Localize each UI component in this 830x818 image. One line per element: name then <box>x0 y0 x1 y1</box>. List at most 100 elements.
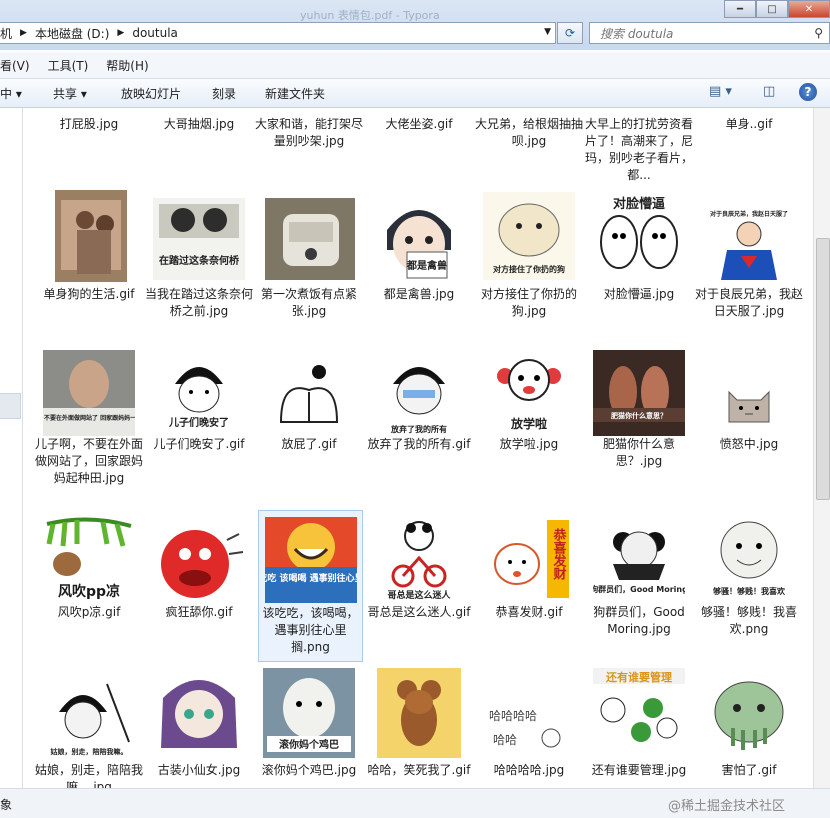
thumbnail-caption: 在踏过这条奈何桥 <box>159 254 240 267</box>
file-item[interactable]: 恭喜发财 恭喜发财.gif <box>475 512 583 662</box>
preview-pane-icon[interactable]: ◫ <box>763 84 775 99</box>
file-name: 放弃了我的所有.gif <box>367 437 471 451</box>
file-name: 儿子们晚安了.gif <box>153 437 245 451</box>
file-item[interactable]: 单身狗的生活.gif <box>35 188 143 338</box>
file-item[interactable]: 儿子们晚安了 儿子们晚安了.gif <box>145 344 253 510</box>
thumbnail-caption: 都是禽兽 <box>406 259 447 272</box>
file-item[interactable]: 够骚！够贱！我喜欢 够骚！够贱！我喜欢.png <box>695 512 803 662</box>
thumbnail-caption: 放学啦 <box>510 416 547 431</box>
menu-bar: 看(V) 工具(T) 帮助(H) <box>0 52 830 79</box>
organize-button[interactable]: 中 ▾ <box>0 85 22 102</box>
minimize-button[interactable]: ━ <box>724 0 756 18</box>
file-name: 哈哈哈哈.jpg <box>493 763 565 777</box>
file-name: 大家和谐，能打架尽量别吵架.jpg <box>255 117 364 148</box>
breadcrumb-drive-d[interactable]: 本地磁盘 (D:) <box>35 25 109 42</box>
thumbnail-image: 儿子们晚安了 <box>153 344 245 436</box>
file-item[interactable]: 放弃了我的所有 放弃了我的所有.gif <box>365 344 473 510</box>
thumbnail-image: 还有谁要管理 <box>593 668 685 758</box>
file-item[interactable]: 哈哈哈哈 哈哈 哈哈哈哈.jpg <box>475 668 583 788</box>
breadcrumb-separator-icon[interactable]: ▶ <box>117 28 124 38</box>
breadcrumb-computer[interactable]: 机 <box>0 25 12 42</box>
refresh-button[interactable]: ⟳ <box>557 22 583 44</box>
thumbnail-caption: 对于良辰兄弟，我赵日天服了 <box>710 210 788 218</box>
thumbnail-caption: 放弃了我的所有 <box>390 424 447 434</box>
file-item[interactable]: 狗群员们，Good Moring 狗群员们，Good Moring.jpg <box>585 512 693 662</box>
file-item[interactable]: 哥总是这么迷人 哥总是这么迷人.gif <box>365 512 473 662</box>
maximize-button[interactable]: □ <box>756 0 788 18</box>
file-item[interactable]: 放学啦 放学啦.jpg <box>475 346 583 510</box>
file-item[interactable]: 肥猫你什么意思？ 肥猫你什么意思？.jpg <box>585 348 693 510</box>
file-name: 打屁股.jpg <box>59 117 119 131</box>
file-item[interactable]: 大早上的打扰劳资看片了！高潮来了，尼玛，别吵老子看片，都... <box>585 108 693 184</box>
file-item[interactable]: 滚你妈个鸡巴 滚你妈个鸡巴.jpg <box>255 668 363 788</box>
view-options-icon[interactable]: ▤ ▾ <box>709 84 732 99</box>
search-box[interactable]: ⚲ <box>589 22 830 44</box>
file-item[interactable]: 哈哈，笑死我了.gif <box>365 668 473 788</box>
vertical-scrollbar[interactable] <box>813 108 830 788</box>
scrollbar-thumb[interactable] <box>816 238 830 500</box>
file-item[interactable]: 儿子啊 不要在外面做网站了 回家跟妈妈一起种田 儿子啊，不要在外面做网站了，回家… <box>35 348 143 510</box>
thumbnail-caption: 对脸懵逼 <box>613 196 665 212</box>
file-name: 还有谁要管理.jpg <box>591 763 687 777</box>
file-item[interactable]: 对于良辰兄弟，我赵日天服了 对于良辰兄弟，我赵日天服了.jpg <box>695 188 803 338</box>
close-button[interactable]: ✕ <box>788 0 830 18</box>
breadcrumb-folder[interactable]: doutula <box>132 26 178 40</box>
file-item[interactable]: 姑娘，别走，陪陪我嘛。 姑娘，别走，陪陪我嘛....jpg <box>35 668 143 788</box>
thumbnail-caption: 哈哈哈哈 <box>489 709 537 723</box>
file-item[interactable]: 在踏过这条奈何桥 当我在踏过这条奈何桥之前.jpg <box>145 188 253 338</box>
file-item[interactable]: 对方接住了你扔的狗 对方接住了你扔的狗.jpg <box>475 188 583 338</box>
file-item-selected[interactable]: 该吃吃 该喝喝 遇事别往心里搁 该吃吃，该喝喝，遇事别往心里搁.png <box>258 510 363 662</box>
file-item[interactable]: 还有谁要管理 还有谁要管理.jpg <box>585 668 693 788</box>
nav-pane-splitter[interactable] <box>0 393 21 419</box>
thumbnail-image: 恭喜发财 <box>483 514 575 602</box>
thumbnail-image <box>703 672 795 758</box>
thumbnail-image: 滚你妈个鸡巴 <box>263 668 355 758</box>
thumbnail-caption: 肥猫你什么意思？ <box>610 411 667 420</box>
file-item[interactable]: 风吹pp凉 风吹p凉.gif <box>35 512 143 662</box>
file-item[interactable]: 大佬坐姿.gif <box>365 108 473 133</box>
file-item[interactable]: 大哥抽烟.jpg <box>145 108 253 133</box>
thumbnail-image <box>723 382 775 430</box>
menu-tools[interactable]: 工具(T) <box>48 57 89 74</box>
search-input[interactable] <box>598 24 802 44</box>
file-item[interactable]: 单身..gif <box>695 108 803 133</box>
file-name: 风吹p凉.gif <box>57 605 121 619</box>
search-icon[interactable]: ⚲ <box>814 26 823 40</box>
thumbnail-image <box>377 668 461 758</box>
file-item[interactable]: 大兄弟，给根烟抽抽呗.jpg <box>475 108 583 150</box>
file-name: 都是禽兽.jpg <box>383 287 455 301</box>
thumbnail-caption: 狗群员们，Good Moring <box>593 584 685 594</box>
share-label: 共享 <box>53 87 78 101</box>
new-folder-button[interactable]: 新建文件夹 <box>265 85 325 102</box>
file-item[interactable]: 愤怒中.jpg <box>695 348 803 510</box>
file-item[interactable]: 对脸懵逼 对脸懵逼.jpg <box>585 188 693 338</box>
thumbnail-caption: 姑娘，别走，陪陪我嘛。 <box>51 747 128 756</box>
file-item[interactable]: 害怕了.gif <box>695 668 803 788</box>
menu-help[interactable]: 帮助(H) <box>106 57 148 74</box>
file-name: 单身狗的生活.gif <box>43 287 135 301</box>
file-name: 单身..gif <box>725 117 773 131</box>
file-item[interactable]: 第一次煮饭有点紧张.jpg <box>255 188 363 338</box>
address-bar[interactable]: 机 ▶ 本地磁盘 (D:) ▶ doutula ▼ <box>0 22 556 44</box>
menu-view[interactable]: 看(V) <box>0 57 30 74</box>
file-name: 放学啦.jpg <box>499 437 559 451</box>
file-name: 该吃吃，该喝喝，遇事别往心里搁.png <box>262 606 359 654</box>
breadcrumb-separator-icon[interactable]: ▶ <box>20 28 27 38</box>
share-button[interactable]: 共享 ▾ <box>53 85 87 102</box>
file-item[interactable]: 大家和谐，能打架尽量别吵架.jpg <box>255 108 363 150</box>
slideshow-button[interactable]: 放映幻灯片 <box>121 85 181 102</box>
file-item[interactable]: 都是禽兽 都是禽兽.jpg <box>365 188 473 338</box>
file-item[interactable]: 打屁股.jpg <box>35 108 143 133</box>
help-icon[interactable]: ? <box>799 83 817 101</box>
thumbnail-caption: 儿子啊 不要在外面做网站了 回家跟妈妈一起种田 <box>43 414 135 422</box>
chevron-down-icon[interactable]: ▼ <box>544 27 551 37</box>
file-item[interactable]: 放屁了.gif <box>255 348 363 510</box>
file-name: 哈哈，笑死我了.gif <box>367 763 471 777</box>
file-item[interactable]: 疯狂舔你.gif <box>145 512 253 662</box>
file-name: 大兄弟，给根烟抽抽呗.jpg <box>475 117 584 148</box>
thumbnail-image <box>55 190 127 282</box>
file-item[interactable]: 古装小仙女.jpg <box>145 668 253 788</box>
burn-button[interactable]: 刻录 <box>212 85 236 102</box>
file-name: 当我在踏过这条奈何桥之前.jpg <box>145 287 254 318</box>
thumbnail-image: 风吹pp凉 <box>43 514 135 602</box>
